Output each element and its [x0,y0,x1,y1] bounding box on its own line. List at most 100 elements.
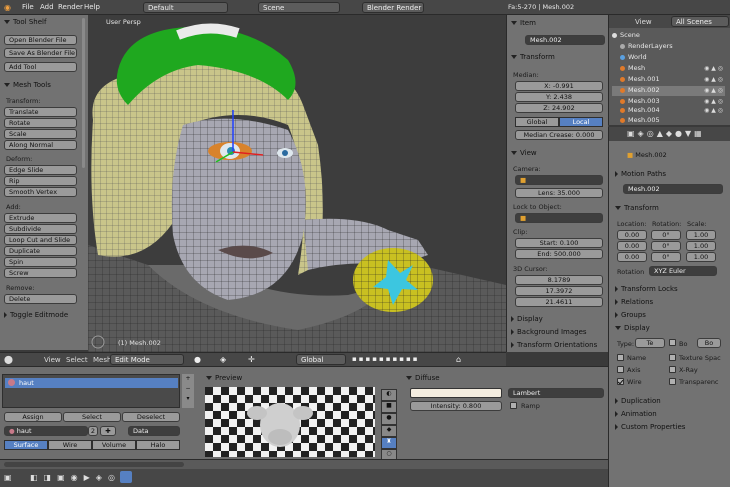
outliner-row-mesh-004[interactable]: Mesh.004 ◉ ▲ ◎ [612,106,725,116]
name-checkbox[interactable] [617,354,624,361]
global-toggle[interactable]: Global [515,117,559,127]
transform-orientations-header[interactable]: Transform Orientations [511,341,597,349]
outliner-view-menu[interactable]: View [635,18,652,26]
tool-shelf-header[interactable]: Tool Shelf [4,18,46,26]
tab-halo[interactable]: Halo [136,440,180,450]
visibility-icon[interactable]: ◉ ▲ ◎ [704,98,723,105]
outliner-scenes-select[interactable]: All Scenes [671,16,729,27]
save-as-button[interactable]: Save As Blender File [4,48,77,58]
outliner-row-renderlayers[interactable]: RenderLayers [612,42,725,52]
axis-checkbox[interactable] [617,366,624,373]
render-engine-select[interactable]: Blender Render [362,2,424,13]
wire-checkbox[interactable] [617,378,624,385]
menu-select[interactable]: Select [66,356,88,364]
shading-icon[interactable]: ● [194,355,201,364]
animation-header[interactable]: Animation [615,410,657,418]
object-name-field[interactable]: Mesh.002 [623,184,723,194]
texture-space-checkbox[interactable] [669,354,676,361]
camera-field[interactable]: ■ [515,175,603,185]
diffuse-shader-select[interactable]: Lambert [508,388,604,398]
transform-header[interactable]: Transform [511,53,555,61]
scale-button[interactable]: Scale [4,129,77,139]
menu-render[interactable]: Render [58,3,83,11]
link-data-select[interactable]: Data [128,426,180,436]
preview-header[interactable]: Preview [206,374,242,382]
bounds-type-select[interactable]: Bo [697,338,721,348]
visibility-icon[interactable]: ◉ ▲ ◎ [704,76,723,83]
menu-help[interactable]: Help [84,3,100,11]
background-images-header[interactable]: Background Images [511,328,587,336]
scene-select[interactable]: Scene [258,2,340,13]
open-blender-file-button[interactable]: Open Blender File [4,35,77,45]
median-y-field[interactable]: Y: 2.438 [515,92,603,102]
rip-button[interactable]: Rip [4,176,77,186]
delete-button[interactable]: Delete [4,294,77,304]
menu-add[interactable]: Add [40,3,54,11]
location-x-field[interactable]: 0.00 [617,230,647,240]
median-crease-field[interactable]: Median Crease: 0.000 [515,130,603,140]
add-tool-button[interactable]: Add Tool [4,62,77,72]
rotation-z-field[interactable]: 0° [651,252,681,262]
deselect-button[interactable]: Deselect [122,412,180,422]
material-slot-haut[interactable]: haut [5,378,178,388]
diffuse-header[interactable]: Diffuse [406,374,440,382]
display-header[interactable]: Display [511,315,543,323]
scale-y-field[interactable]: 1.00 [686,241,716,251]
context-icons[interactable]: ▣◈◎▲◆●▼▦ [627,129,705,138]
timeline-scroll[interactable] [4,462,184,467]
timeline-scrubber[interactable] [0,459,608,469]
diffuse-color-swatch[interactable] [410,388,502,398]
bounds-checkbox[interactable] [669,339,676,346]
editor-type-icon[interactable]: ▣ [4,473,12,482]
object-display-header[interactable]: Display [615,324,650,332]
tab-volume[interactable]: Volume [92,440,136,450]
scale-x-field[interactable]: 1.00 [686,230,716,240]
diffuse-intensity-field[interactable]: Intensity: 0.800 [410,401,502,411]
subdivide-button[interactable]: Subdivide [4,224,77,234]
item-header[interactable]: Item [511,19,536,27]
translate-button[interactable]: Translate [4,107,77,117]
screw-button[interactable]: Screw [4,268,77,278]
tab-surface[interactable]: Surface [4,440,48,450]
menu-view[interactable]: View [44,356,61,364]
lock-object-field[interactable]: ■ [515,213,603,223]
clip-start-field[interactable]: Start: 0.100 [515,238,603,248]
3d-viewport[interactable]: User Persp (1) Mesh.002 [88,15,506,352]
median-x-field[interactable]: X: -0.991 [515,81,603,91]
visibility-icon[interactable]: ◉ ▲ ◎ [704,107,723,114]
x-ray-checkbox[interactable] [669,366,676,373]
select-button[interactable]: Select [63,412,121,422]
median-z-field[interactable]: Z: 24.902 [515,103,603,113]
cursor-x-field[interactable]: 8.1789 [515,275,603,285]
menu-mesh[interactable]: Mesh [93,356,111,364]
mode-select[interactable]: Edit Mode [110,354,184,365]
relations-header[interactable]: Relations [615,298,653,306]
slot-add-remove-buttons[interactable]: + − ▾ [182,374,194,408]
tool-shelf-scrollbar[interactable] [82,18,85,168]
mesh-tools-header[interactable]: Mesh Tools [4,81,51,89]
edge-slide-button[interactable]: Edge Slide [4,165,77,175]
snap-icon[interactable]: ⌂ [456,355,461,364]
rotation-x-field[interactable]: 0° [651,230,681,240]
tab-wire[interactable]: Wire [48,440,92,450]
toggle-editmode-header[interactable]: Toggle Editmode [4,311,68,319]
duplication-header[interactable]: Duplication [615,397,661,405]
local-toggle[interactable]: Local [559,117,603,127]
groups-header[interactable]: Groups [615,311,646,319]
preview-type-buttons[interactable]: ◐ ■ ● ◆ ♜ ○ [381,389,397,461]
view-header[interactable]: View [511,149,537,157]
outliner-row-world[interactable]: World [612,53,725,63]
loop-cut-button[interactable]: Loop Cut and Slide [4,235,77,245]
bottom-tool-icons[interactable]: ◧◨▣◉▶◈◎ [30,473,121,482]
editor-type-icon[interactable]: ⬤ [4,355,13,364]
smooth-vertex-button[interactable]: Smooth Vertex [4,187,77,197]
outliner-row-scene[interactable]: Scene [612,31,725,41]
orientation-select[interactable]: Global [296,354,346,365]
along-normal-button[interactable]: Along Normal [4,140,77,150]
cursor-y-field[interactable]: 17.3972 [515,286,603,296]
outliner-row-mesh-001[interactable]: Mesh.001 ◉ ▲ ◎ [612,75,725,85]
extrude-button[interactable]: Extrude [4,213,77,223]
spin-button[interactable]: Spin [4,257,77,267]
rotate-button[interactable]: Rotate [4,118,77,128]
duplicate-button[interactable]: Duplicate [4,246,77,256]
